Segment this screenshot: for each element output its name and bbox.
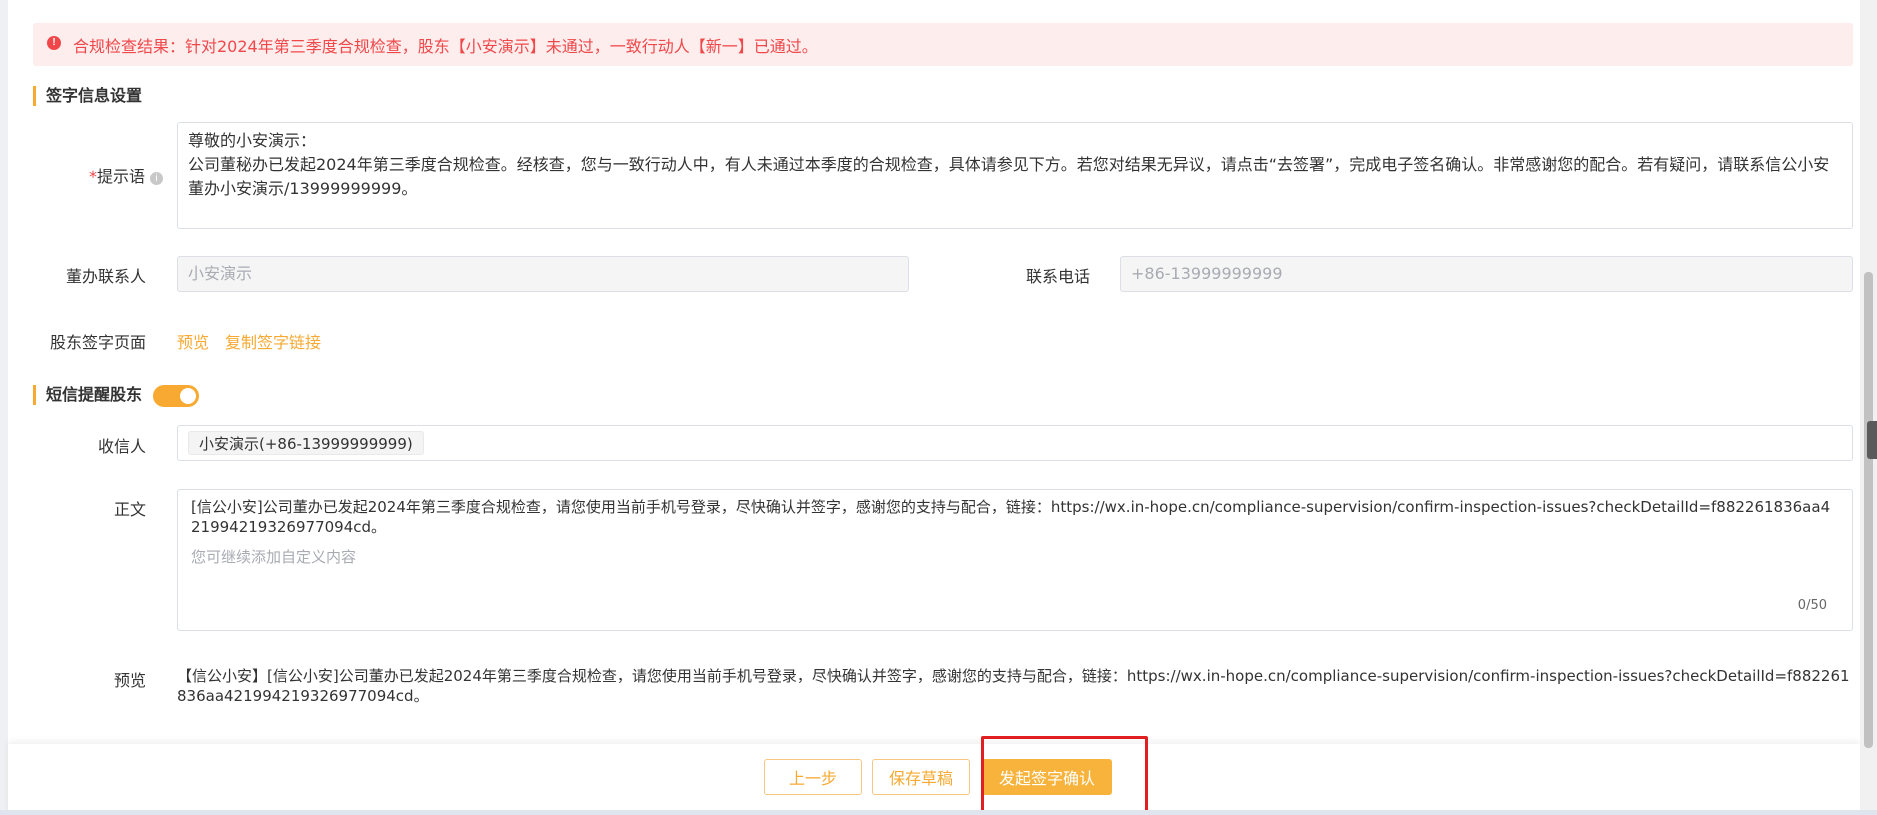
- recipient-label: 收信人: [97, 437, 146, 456]
- prompt-textarea[interactable]: 尊敬的小安演示： 公司董秘办已发起2024年第三季度合规检查。经核查，您与一致行…: [177, 122, 1853, 229]
- prompt-text-line1: 尊敬的小安演示：: [188, 131, 317, 150]
- alert-circle-icon: !: [47, 35, 61, 50]
- bottom-strip: [0, 810, 1877, 815]
- prev-step-button[interactable]: 上一步: [764, 759, 862, 795]
- prompt-text-body: 公司董秘办已发起2024年第三季度合规检查。经核查，您与一致行动人中，有人未通过…: [188, 155, 1830, 198]
- main-content: ! 合规检查结果：针对2024年第三季度合规检查，股东【小安演示】未通过，一致行…: [0, 0, 1860, 815]
- contact-input[interactable]: 小安演示: [177, 256, 909, 292]
- footer-action-bar: 上一步 保存草稿 发起签字确认: [8, 744, 1860, 815]
- required-mark: *: [88, 167, 97, 186]
- sms-body-textarea[interactable]: [信公小安]公司董办已发起2024年第三季度合规检查，请您使用当前手机号登录，尽…: [177, 489, 1853, 631]
- side-panel-handle[interactable]: [1867, 421, 1877, 459]
- sms-preview-text: 【信公小安】[信公小安]公司董办已发起2024年第三季度合规检查，请您使用当前手…: [177, 667, 1850, 705]
- copy-sign-link[interactable]: 复制签字链接: [225, 329, 321, 353]
- recipient-tag[interactable]: 小安演示(+86-13999999999): [188, 431, 424, 455]
- custom-content-placeholder: 您可继续添加自定义内容: [191, 548, 357, 566]
- sms-preview-label: 预览: [113, 671, 146, 690]
- save-draft-button[interactable]: 保存草稿: [872, 759, 970, 795]
- sms-body-text: [信公小安]公司董办已发起2024年第三季度合规检查，请您使用当前手机号登录，尽…: [191, 498, 1831, 536]
- submit-sign-confirm-button[interactable]: 发起签字确认: [982, 759, 1112, 795]
- toggle-knob: [180, 388, 196, 404]
- scrollbar[interactable]: [1860, 0, 1877, 815]
- sms-toggle[interactable]: [153, 385, 199, 407]
- section-title-sign-info: 签字信息设置: [33, 86, 142, 106]
- section-title-sms: 短信提醒股东: [33, 385, 142, 405]
- char-counter: 0/50: [1797, 598, 1827, 613]
- sign-page-label: 股东签字页面: [49, 333, 146, 352]
- compliance-alert: ! 合规检查结果：针对2024年第三季度合规检查，股东【小安演示】未通过，一致行…: [33, 23, 1853, 66]
- prompt-label-text: 提示语: [96, 167, 145, 186]
- recipient-input[interactable]: 小安演示(+86-13999999999): [177, 425, 1853, 461]
- body-label: 正文: [113, 500, 146, 519]
- phone-input[interactable]: +86-13999999999: [1120, 256, 1853, 292]
- preview-link[interactable]: 预览: [177, 329, 209, 353]
- contact-label: 董办联系人: [65, 267, 146, 286]
- scrollbar-thumb[interactable]: [1864, 272, 1873, 748]
- alert-text: 合规检查结果：针对2024年第三季度合规检查，股东【小安演示】未通过，一致行动人…: [73, 36, 818, 56]
- help-icon[interactable]: i: [150, 172, 163, 185]
- phone-label: 联系电话: [1025, 267, 1090, 286]
- prompt-label: *提示语 i: [68, 163, 163, 187]
